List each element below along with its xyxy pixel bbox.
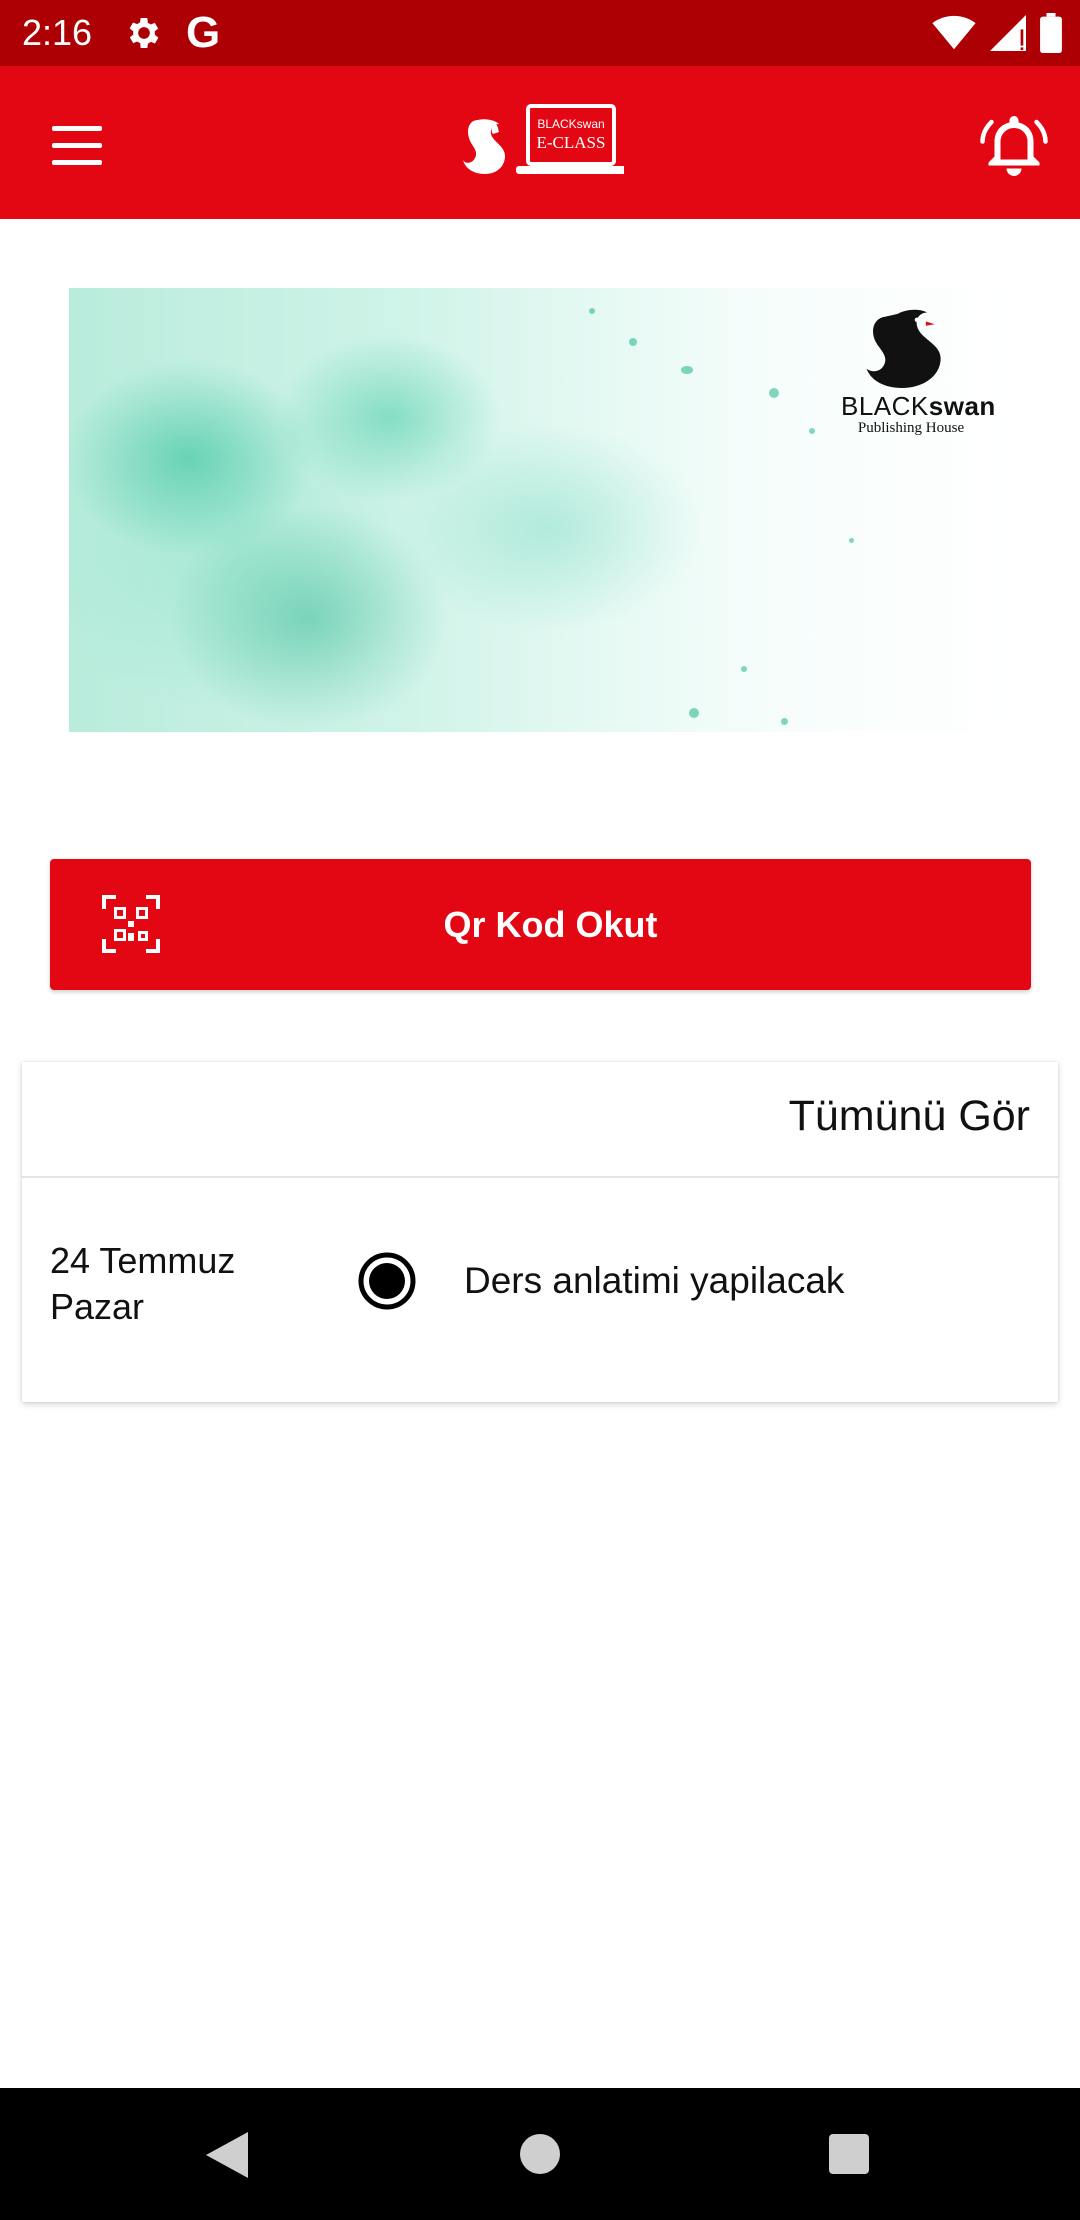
status-bar: 2:16 G (0, 0, 1080, 66)
event-date-day: 24 Temmuz (50, 1240, 236, 1281)
event-date: 24 Temmuz Pazar (50, 1238, 310, 1330)
gear-icon (129, 18, 159, 48)
event-description: Ders anlatimi yapilacak (464, 1260, 845, 1301)
signal-icon (990, 15, 1026, 51)
battery-icon (1040, 13, 1062, 53)
see-all-link[interactable]: Tümünü Gör (789, 1092, 1030, 1141)
back-icon[interactable] (204, 2130, 250, 2180)
swan-logo-icon (866, 309, 941, 388)
event-date-weekday: Pazar (50, 1286, 145, 1327)
event-radio-icon[interactable] (358, 1252, 416, 1310)
status-indicators (932, 12, 1062, 54)
qr-scan-button[interactable]: Qr Kod Okut (50, 859, 1031, 990)
publisher-name: BLACKswan (841, 391, 996, 421)
card-divider (22, 1176, 1058, 1178)
wifi-icon (932, 15, 976, 50)
bell-icon[interactable] (978, 110, 1050, 182)
schedule-card: Tümünü Gör 24 Temmuz Pazar Ders anlatimi… (22, 1062, 1058, 1402)
google-icon: G (186, 8, 221, 57)
status-time: 2:16 (22, 12, 93, 53)
promo-banner: BLACKswan Publishing House (69, 288, 1011, 732)
logo-text-top: BLACKswan (537, 117, 604, 131)
recents-icon[interactable] (829, 2134, 869, 2174)
publisher-logo: BLACKswan Publishing House (841, 308, 996, 436)
hamburger-menu-icon[interactable] (38, 114, 116, 178)
logo-text-bottom: E-CLASS (537, 133, 606, 152)
eclass-logo: BLACKswan E-CLASS (463, 104, 624, 174)
app-bar: BLACKswan E-CLASS (0, 66, 1080, 219)
publisher-subtitle: Publishing House (857, 420, 965, 436)
system-nav-bar (0, 2088, 1080, 2220)
qr-button-label: Qr Kod Okut (443, 904, 658, 945)
home-icon[interactable] (520, 2134, 560, 2174)
